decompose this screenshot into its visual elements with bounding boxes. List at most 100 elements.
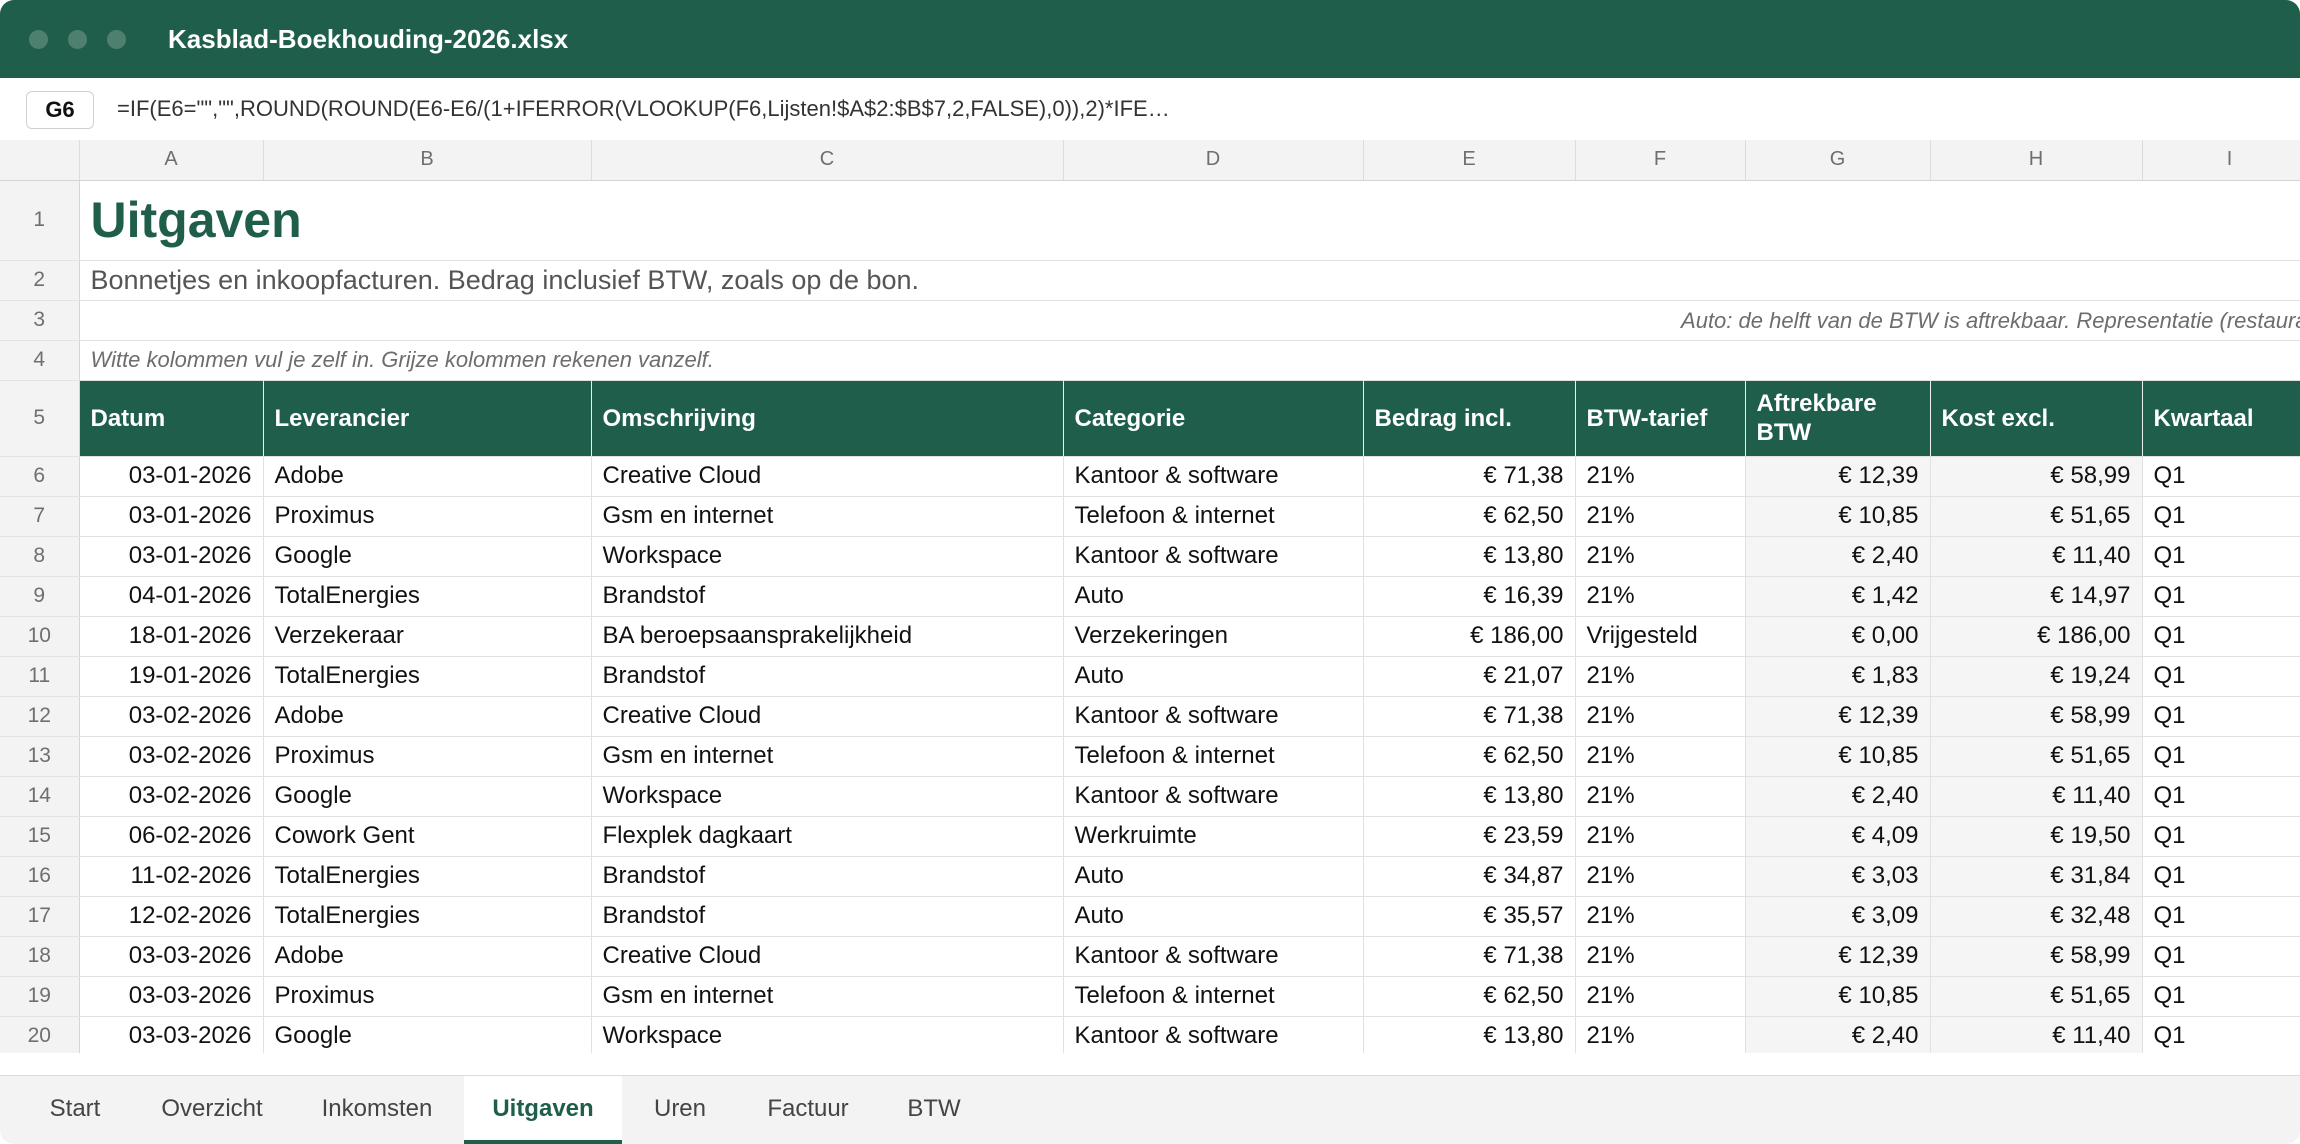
cell-bedrag-incl[interactable]: € 62,50 — [1363, 496, 1576, 537]
row-header[interactable]: 13 — [0, 736, 80, 777]
cell-aftrekbare-btw[interactable]: € 12,39 — [1745, 456, 1931, 497]
column-header-a[interactable]: A — [79, 140, 264, 181]
tab-uren[interactable]: Uren — [628, 1076, 732, 1142]
column-header-f[interactable]: F — [1575, 140, 1746, 181]
cell-bedrag-incl[interactable]: € 186,00 — [1363, 616, 1576, 657]
cell-omschrijving[interactable]: Workspace — [591, 1016, 1064, 1053]
cell-kwartaal[interactable]: Q1 — [2142, 976, 2300, 1017]
cell-omschrijving[interactable]: Gsm en internet — [591, 976, 1064, 1017]
column-header-h[interactable]: H — [1930, 140, 2143, 181]
cell-categorie[interactable]: Kantoor & software — [1063, 536, 1364, 577]
header-kwartaal[interactable]: Kwartaal — [2142, 380, 2300, 457]
cell-bedrag-incl[interactable]: € 71,38 — [1363, 456, 1576, 497]
formula-input[interactable]: =IF(E6="","",ROUND(ROUND(E6-E6/(1+IFERRO… — [117, 78, 1170, 140]
cell-kost-excl[interactable]: € 32,48 — [1930, 896, 2143, 937]
row-header[interactable]: 18 — [0, 936, 80, 977]
cell-kwartaal[interactable]: Q1 — [2142, 616, 2300, 657]
cell-omschrijving[interactable]: Creative Cloud — [591, 456, 1064, 497]
cell-btw-tarief[interactable]: Vrijgesteld — [1575, 616, 1746, 657]
cell-kost-excl[interactable]: € 11,40 — [1930, 1016, 2143, 1053]
cell-kost-excl[interactable]: € 58,99 — [1930, 456, 2143, 497]
tab-btw[interactable]: BTW — [888, 1076, 980, 1142]
row-header[interactable]: 17 — [0, 896, 80, 937]
cell-leverancier[interactable]: Google — [263, 1016, 592, 1053]
cell-leverancier[interactable]: TotalEnergies — [263, 856, 592, 897]
cell-bedrag-incl[interactable]: € 35,57 — [1363, 896, 1576, 937]
cell-btw-tarief[interactable]: 21% — [1575, 1016, 1746, 1053]
zoom-window-button[interactable] — [107, 30, 126, 49]
cell-btw-tarief[interactable]: 21% — [1575, 576, 1746, 617]
cell-aftrekbare-btw[interactable]: € 0,00 — [1745, 616, 1931, 657]
column-header-g[interactable]: G — [1745, 140, 1931, 181]
column-header-d[interactable]: D — [1063, 140, 1364, 181]
row-header[interactable]: 20 — [0, 1016, 80, 1053]
cell-kost-excl[interactable]: € 58,99 — [1930, 936, 2143, 977]
cell-aftrekbare-btw[interactable]: € 2,40 — [1745, 1016, 1931, 1053]
row-header[interactable]: 7 — [0, 496, 80, 537]
header-datum[interactable]: Datum — [79, 380, 264, 457]
header-aftrekbare-btw[interactable]: Aftrekbare BTW — [1745, 380, 1931, 457]
cell-bedrag-incl[interactable]: € 13,80 — [1363, 536, 1576, 577]
row-header[interactable]: 8 — [0, 536, 80, 577]
header-bedrag-incl[interactable]: Bedrag incl. — [1363, 380, 1576, 457]
row-header[interactable]: 9 — [0, 576, 80, 617]
cell-kost-excl[interactable]: € 186,00 — [1930, 616, 2143, 657]
header-btw-tarief[interactable]: BTW-tarief — [1575, 380, 1746, 457]
cell-datum[interactable]: 03-02-2026 — [79, 776, 264, 817]
cell-categorie[interactable]: Werkruimte — [1063, 816, 1364, 857]
row-header[interactable]: 11 — [0, 656, 80, 697]
row-header[interactable]: 1 — [0, 180, 80, 261]
cell-categorie[interactable]: Kantoor & software — [1063, 776, 1364, 817]
cell-bedrag-incl[interactable]: € 23,59 — [1363, 816, 1576, 857]
cell-datum[interactable]: 12-02-2026 — [79, 896, 264, 937]
cell-datum[interactable]: 06-02-2026 — [79, 816, 264, 857]
cell-categorie[interactable]: Verzekeringen — [1063, 616, 1364, 657]
cell-categorie[interactable]: Auto — [1063, 856, 1364, 897]
cell-categorie[interactable]: Kantoor & software — [1063, 1016, 1364, 1053]
cell-categorie[interactable]: Telefoon & internet — [1063, 976, 1364, 1017]
cell-kwartaal[interactable]: Q1 — [2142, 696, 2300, 737]
cell-omschrijving[interactable]: Workspace — [591, 536, 1064, 577]
tab-inkomsten[interactable]: Inkomsten — [296, 1076, 458, 1142]
cell-kost-excl[interactable]: € 51,65 — [1930, 496, 2143, 537]
cell-btw-tarief[interactable]: 21% — [1575, 976, 1746, 1017]
cell-bedrag-incl[interactable]: € 13,80 — [1363, 776, 1576, 817]
minimize-window-button[interactable] — [68, 30, 87, 49]
cell-datum[interactable]: 19-01-2026 — [79, 656, 264, 697]
cell-kwartaal[interactable]: Q1 — [2142, 656, 2300, 697]
cell-datum[interactable]: 03-01-2026 — [79, 496, 264, 537]
row-header[interactable]: 12 — [0, 696, 80, 737]
cell-kost-excl[interactable]: € 19,50 — [1930, 816, 2143, 857]
cell-kwartaal[interactable]: Q1 — [2142, 456, 2300, 497]
cell-btw-tarief[interactable]: 21% — [1575, 456, 1746, 497]
cell-categorie[interactable]: Auto — [1063, 656, 1364, 697]
column-header-i[interactable]: I — [2142, 140, 2300, 181]
cell-omschrijving[interactable]: Creative Cloud — [591, 936, 1064, 977]
cell-btw-tarief[interactable]: 21% — [1575, 776, 1746, 817]
cell-aftrekbare-btw[interactable]: € 3,03 — [1745, 856, 1931, 897]
cell-datum[interactable]: 03-03-2026 — [79, 936, 264, 977]
cell-bedrag-incl[interactable]: € 21,07 — [1363, 656, 1576, 697]
cell-kost-excl[interactable]: € 11,40 — [1930, 536, 2143, 577]
cell-bedrag-incl[interactable]: € 16,39 — [1363, 576, 1576, 617]
cell-omschrijving[interactable]: Brandstof — [591, 576, 1064, 617]
row-header[interactable]: 5 — [0, 380, 80, 457]
cell-kost-excl[interactable]: € 58,99 — [1930, 696, 2143, 737]
cell-leverancier[interactable]: Verzekeraar — [263, 616, 592, 657]
cell-aftrekbare-btw[interactable]: € 1,83 — [1745, 656, 1931, 697]
cell-btw-tarief[interactable]: 21% — [1575, 896, 1746, 937]
cell-kost-excl[interactable]: € 31,84 — [1930, 856, 2143, 897]
cell-aftrekbare-btw[interactable]: € 3,09 — [1745, 896, 1931, 937]
cell-omschrijving[interactable]: Brandstof — [591, 856, 1064, 897]
row-header[interactable]: 2 — [0, 260, 80, 301]
row-header[interactable]: 14 — [0, 776, 80, 817]
cell-aftrekbare-btw[interactable]: € 4,09 — [1745, 816, 1931, 857]
cell-leverancier[interactable]: TotalEnergies — [263, 576, 592, 617]
row-header[interactable]: 15 — [0, 816, 80, 857]
column-header-c[interactable]: C — [591, 140, 1064, 181]
cell-categorie[interactable]: Auto — [1063, 576, 1364, 617]
row-header[interactable]: 6 — [0, 456, 80, 497]
cell-omschrijving[interactable]: Brandstof — [591, 896, 1064, 937]
cell-datum[interactable]: 18-01-2026 — [79, 616, 264, 657]
cell-btw-tarief[interactable]: 21% — [1575, 856, 1746, 897]
